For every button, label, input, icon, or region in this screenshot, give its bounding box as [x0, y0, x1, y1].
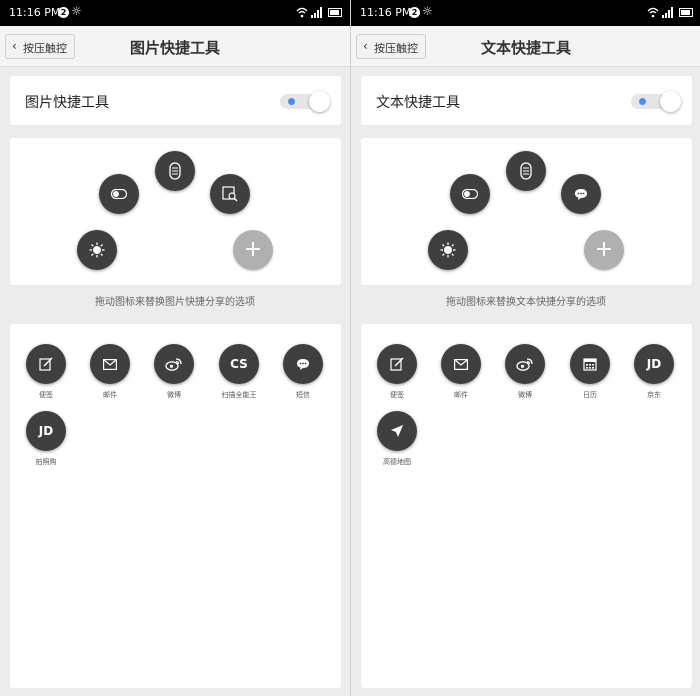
battery-icon	[679, 8, 693, 17]
page-title: 文本快捷工具	[480, 39, 571, 57]
signal-icon	[662, 7, 673, 18]
app-grid: 便签 邮件 微博 日历 JD 京东 高德地图	[361, 324, 692, 688]
ruler-icon[interactable]	[155, 151, 195, 191]
shortcut-arc-panel: +	[361, 138, 692, 285]
app-item-mail[interactable]: 邮件	[431, 344, 491, 400]
jd-icon: JD	[634, 344, 674, 384]
app-label: 日历	[583, 391, 597, 399]
toggle-card: 图片快捷工具	[10, 76, 341, 125]
drag-hint: 拖动图标来替换文本快捷分享的选项	[446, 297, 606, 308]
add-icon[interactable]: +	[584, 230, 624, 270]
app-item-jd-photo[interactable]: JD 拍照购	[16, 411, 76, 467]
switch-dot	[288, 98, 295, 105]
app-item-calendar[interactable]: 日历	[560, 344, 620, 400]
app-item-camscanner[interactable]: CS 扫描全能王	[209, 344, 269, 400]
calendar-icon	[570, 344, 610, 384]
app-label: 扫描全能王	[221, 391, 257, 399]
app-label: 京东	[647, 391, 661, 399]
status-time: 11:16 PM	[9, 6, 61, 19]
wifi-icon	[647, 7, 659, 18]
note-icon	[377, 344, 417, 384]
plus-glyph: +	[594, 237, 614, 262]
app-item-notes[interactable]: 便签	[16, 344, 76, 400]
app-item-weibo[interactable]: 微博	[495, 344, 555, 400]
app-label: 高德地图	[383, 458, 411, 466]
brightness-icon[interactable]	[77, 230, 117, 270]
navigation-icon	[377, 411, 417, 451]
ruler-icon[interactable]	[506, 151, 546, 191]
toggle-icon[interactable]	[450, 174, 490, 214]
app-item-amap[interactable]: 高德地图	[367, 411, 427, 467]
status-bar: 11:16 PM 2 ☼	[351, 0, 700, 26]
message-icon[interactable]	[561, 174, 601, 214]
add-icon[interactable]: +	[233, 230, 273, 270]
toggle-icon[interactable]	[99, 174, 139, 214]
app-item-jd[interactable]: JD 京东	[624, 344, 684, 400]
switch-dot	[639, 98, 646, 105]
toggle-label: 图片快捷工具	[25, 95, 109, 111]
brightness-status-icon: ☼	[71, 4, 82, 18]
app-label: 拍照购	[35, 458, 57, 466]
app-label: 邮件	[103, 391, 117, 399]
brightness-status-icon: ☼	[422, 4, 433, 18]
screen-text-shortcuts: 11:16 PM 2 ☼ ‹ 按压触控 文本快捷工具 文本快捷工具 + 拖动图标…	[351, 0, 700, 696]
app-bar: ‹ 按压触控 图片快捷工具	[0, 26, 350, 67]
app-label: 短信	[296, 391, 310, 399]
toggle-card: 文本快捷工具	[361, 76, 692, 125]
shortcut-arc-panel: +	[10, 138, 341, 285]
wifi-icon	[296, 7, 308, 18]
message-icon	[283, 344, 323, 384]
signal-icon	[311, 7, 322, 18]
mail-icon	[90, 344, 130, 384]
notification-badge: 2	[58, 7, 69, 18]
app-item-sms[interactable]: 短信	[273, 344, 333, 400]
weibo-icon	[505, 344, 545, 384]
app-item-mail[interactable]: 邮件	[80, 344, 140, 400]
app-label: 便签	[390, 391, 404, 399]
notification-badge: 2	[409, 7, 420, 18]
app-item-notes[interactable]: 便签	[367, 344, 427, 400]
camscanner-icon: CS	[219, 344, 259, 384]
switch-knob	[660, 91, 681, 112]
app-label: 便签	[39, 391, 53, 399]
weibo-icon	[154, 344, 194, 384]
app-label: 微博	[167, 391, 181, 399]
drag-hint: 拖动图标来替换图片快捷分享的选项	[95, 297, 255, 308]
jd-icon: JD	[26, 411, 66, 451]
battery-icon	[328, 8, 342, 17]
note-icon	[26, 344, 66, 384]
plus-glyph: +	[243, 237, 263, 262]
feature-toggle-switch[interactable]	[631, 90, 683, 112]
app-item-weibo[interactable]: 微博	[144, 344, 204, 400]
screen-image-shortcuts: 11:16 PM 2 ☼ ‹ 按压触控 图片快捷工具 图片快捷工具 + 拖动图标…	[0, 0, 350, 696]
switch-knob	[309, 91, 330, 112]
app-label: 微博	[518, 391, 532, 399]
page-title: 图片快捷工具	[129, 39, 220, 57]
feature-toggle-switch[interactable]	[280, 90, 332, 112]
image-search-icon[interactable]	[210, 174, 250, 214]
mail-icon	[441, 344, 481, 384]
status-time: 11:16 PM	[360, 6, 412, 19]
app-grid: 便签 邮件 微博 CS 扫描全能王 短信 JD 拍照购	[10, 324, 341, 688]
toggle-label: 文本快捷工具	[376, 95, 460, 111]
brightness-icon[interactable]	[428, 230, 468, 270]
app-bar: ‹ 按压触控 文本快捷工具	[351, 26, 700, 67]
app-label: 邮件	[454, 391, 468, 399]
status-bar: 11:16 PM 2 ☼	[0, 0, 350, 26]
